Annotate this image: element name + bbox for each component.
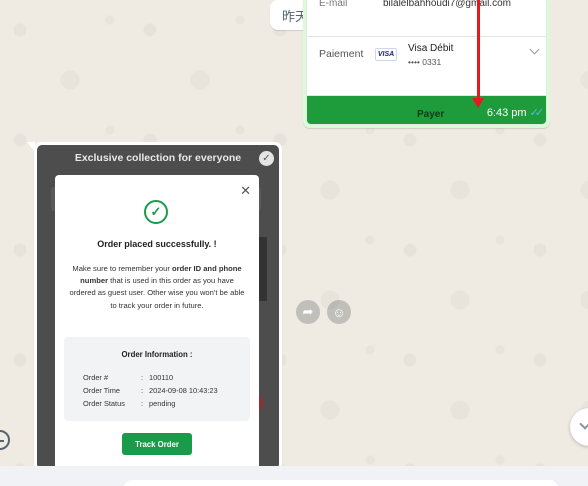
order-status-row: Order Status: pending (83, 399, 176, 408)
read-ticks-icon: ✓✓ (529, 107, 545, 119)
track-order-button: Track Order (122, 433, 192, 455)
modal-message-part: Make sure to remember your (72, 264, 172, 273)
forward-icon[interactable]: ➦ (296, 300, 320, 324)
payment-screenshot[interactable]: E-mail bilalelbahhoudi7@gmail.com Paieme… (306, 0, 547, 125)
check-icon: ✓ (259, 151, 274, 166)
divider (307, 36, 546, 37)
outgoing-image-message[interactable]: E-mail bilalelbahhoudi7@gmail.com Paieme… (303, 0, 550, 128)
chevron-down-icon (579, 418, 588, 430)
red-arrow-annotation (477, 0, 480, 104)
order-info-box: Order Information : Order #:100110 Order… (64, 337, 250, 421)
emoji-icon[interactable]: ☺ (327, 300, 351, 324)
row-key: Order Status (83, 399, 125, 408)
email-value: bilalelbahhoudi7@gmail.com (383, 0, 512, 9)
info-title: Order Information : (121, 350, 193, 359)
message-meta: 6:43 pm ✓✓ (486, 106, 545, 120)
check-circle-icon: ✓ (144, 200, 168, 224)
order-time-row: Order Time:2024-09-08 10:43:23 (83, 386, 218, 395)
row-value: pending (149, 399, 176, 408)
order-success-modal: ✕ ✓ Order placed successfully. ! Make su… (55, 175, 259, 469)
payment-label: Paiement (319, 48, 364, 60)
row-key: Order # (83, 373, 109, 382)
card-digits: •••• 0331 (408, 57, 442, 67)
message-input[interactable] (124, 480, 558, 486)
order-number-row: Order #:100110 (83, 373, 174, 382)
store-header: Exclusive collection for everyone (74, 152, 242, 164)
pay-button-label: Payer (417, 109, 445, 120)
row-value: 2024-09-08 10:43:23 (149, 386, 218, 395)
email-label: E-mail (319, 0, 348, 9)
modal-message: Make sure to remember your order ID and … (69, 263, 245, 312)
incoming-image-message[interactable]: Exclusive collection for everyone ✓ ✕ ✓ … (27, 142, 282, 472)
row-value: 100110 (149, 373, 174, 382)
order-confirmation-screenshot[interactable]: Exclusive collection for everyone ✓ ✕ ✓ … (37, 145, 279, 469)
card-title: Visa Débit (408, 43, 454, 54)
modal-title: Order placed successfully. ! (97, 239, 217, 249)
email-row: E-mail bilalelbahhoudi7@gmail.com (317, 0, 546, 12)
message-time: 6:43 pm (486, 106, 527, 119)
red-arrow-head (472, 98, 484, 108)
chevron-down-icon (529, 44, 540, 55)
composer-bar (0, 466, 588, 486)
visa-logo: VISA (375, 48, 397, 61)
row-key: Order Time (83, 386, 120, 395)
close-icon: ✕ (240, 183, 251, 198)
